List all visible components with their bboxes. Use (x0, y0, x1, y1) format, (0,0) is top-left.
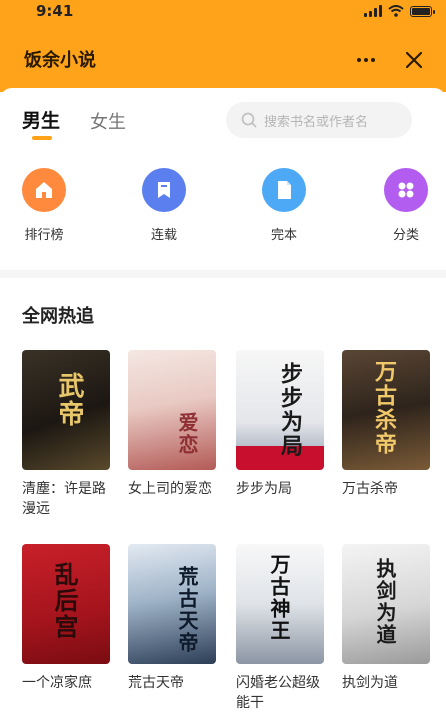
book-card[interactable]: 荒古天帝 荒古天帝 (128, 544, 216, 693)
more-dot-icon (357, 58, 361, 62)
book-title: 闪婚老公超级能干 (236, 675, 320, 711)
category-completed[interactable]: 完本 (254, 168, 314, 243)
book-icon (262, 168, 306, 212)
category-ranking[interactable]: 排行榜 (14, 168, 74, 243)
status-icons (364, 5, 435, 17)
home-icon (22, 168, 66, 212)
book-card[interactable]: 爱恋 女上司的爱恋 (128, 350, 216, 499)
category-genre[interactable]: 分类 (376, 168, 436, 243)
cover-title: 万古杀帝 (371, 360, 397, 456)
category-label: 连载 (150, 228, 177, 243)
section-divider (0, 270, 446, 278)
more-dot-icon (371, 58, 375, 62)
status-bar: 9:41 (0, 0, 446, 24)
book-card[interactable]: 万古神王 闪婚老公超级能干 (236, 544, 324, 713)
battery-icon (410, 5, 435, 17)
search-placeholder: 搜索书名或作者名 (264, 114, 369, 130)
more-options-button[interactable] (350, 46, 382, 74)
book-card[interactable]: 执剑为道 执剑为道 (342, 544, 430, 693)
book-title: 步步为局 (236, 481, 292, 497)
cover-title: 荒古天帝 (175, 566, 199, 654)
category-label: 完本 (270, 228, 297, 243)
category-label: 排行榜 (24, 228, 64, 243)
book-title: 女上司的爱恋 (128, 481, 212, 497)
cover-title: 执剑为道 (373, 558, 397, 646)
bookmark-icon (142, 168, 186, 212)
book-title: 万古杀帝 (342, 481, 398, 497)
active-tab-indicator (32, 136, 52, 140)
category-serial[interactable]: 连载 (134, 168, 194, 243)
app-title: 饭余小说 (24, 50, 96, 71)
section-title: 全网热追 (22, 306, 94, 327)
book-cover: 万古杀帝 (342, 350, 430, 470)
status-time: 9:41 (36, 2, 74, 20)
cover-title: 武帝 (54, 372, 84, 428)
book-cover: 乱后宫 (22, 544, 110, 664)
book-title: 一个凉家庶 (22, 675, 92, 691)
book-title: 荒古天帝 (128, 675, 184, 691)
close-icon (405, 51, 423, 69)
cover-title: 步步为局 (277, 362, 303, 458)
book-cover: 执剑为道 (342, 544, 430, 664)
cover-title: 万古神王 (267, 554, 291, 642)
book-cover: 武帝 (22, 350, 110, 470)
cover-title: 爱恋 (175, 412, 199, 456)
book-title: 执剑为道 (342, 675, 398, 691)
book-cover: 万古神王 (236, 544, 324, 664)
book-cover: 爱恋 (128, 350, 216, 470)
book-card[interactable]: 步步为局 步步为局 (236, 350, 324, 499)
category-label: 分类 (392, 228, 419, 243)
book-card[interactable]: 乱后宫 一个凉家庶 (22, 544, 110, 693)
book-title: 清塵：许是路漫远 (22, 481, 106, 517)
book-card[interactable]: 武帝 清塵：许是路漫远 (22, 350, 110, 519)
tab-male[interactable]: 男生 (22, 106, 60, 133)
tab-female[interactable]: 女生 (90, 108, 126, 134)
search-icon (241, 112, 257, 128)
cover-title: 乱后宫 (50, 562, 79, 640)
wifi-icon (388, 5, 404, 17)
close-button[interactable] (400, 46, 428, 74)
grid-icon (384, 168, 428, 212)
signal-icon (364, 5, 382, 17)
book-cover: 步步为局 (236, 350, 324, 470)
app-header: 9:41 饭余小说 (0, 0, 446, 92)
more-dot-icon (364, 58, 368, 62)
book-card[interactable]: 万古杀帝 万古杀帝 (342, 350, 430, 499)
book-cover: 荒古天帝 (128, 544, 216, 664)
search-input[interactable]: 搜索书名或作者名 (226, 102, 412, 138)
